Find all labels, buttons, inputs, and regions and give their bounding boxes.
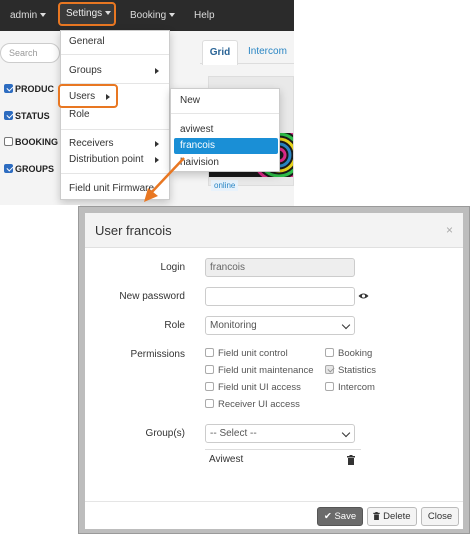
annotation-arrow-icon bbox=[144, 157, 185, 202]
close-button[interactable]: Close bbox=[421, 507, 459, 526]
group-name: Aviwest bbox=[209, 454, 244, 465]
checkbox-icon[interactable] bbox=[4, 111, 13, 120]
menu-item-general[interactable]: General bbox=[69, 36, 105, 47]
checkbox-icon[interactable] bbox=[4, 137, 13, 146]
filter-label: PRODUC bbox=[15, 84, 55, 94]
trash-icon bbox=[373, 512, 381, 520]
chevron-right-icon bbox=[106, 94, 110, 100]
group-row: Aviwest bbox=[205, 449, 361, 469]
groups-select-value: -- Select -- bbox=[210, 428, 257, 439]
save-button-label: Save bbox=[334, 511, 357, 522]
role-select-value: Monitoring bbox=[210, 320, 257, 331]
checkbox-icon[interactable] bbox=[205, 382, 214, 391]
perm-field-unit-maintenance[interactable]: Field unit maintenance bbox=[205, 365, 314, 376]
menu-divider bbox=[171, 113, 279, 114]
chevron-right-icon bbox=[155, 68, 159, 74]
status-badge: online bbox=[211, 180, 239, 191]
tab-grid[interactable]: Grid bbox=[202, 40, 238, 65]
dialog-header: User francois × bbox=[85, 213, 463, 248]
role-select[interactable]: Monitoring bbox=[205, 316, 355, 335]
trash-icon[interactable] bbox=[347, 455, 355, 465]
filter-groups[interactable]: GROUPS bbox=[4, 161, 64, 177]
top-navbar: admin Settings Booking Help bbox=[0, 0, 294, 31]
help-menu-label: Help bbox=[194, 10, 215, 21]
filter-status[interactable]: STATUS bbox=[4, 108, 64, 124]
tab-intercom[interactable]: Intercom bbox=[248, 40, 287, 64]
menu-item-receivers[interactable]: Receivers bbox=[69, 138, 113, 149]
submenu-item-new[interactable]: New bbox=[180, 95, 200, 106]
role-label: Role bbox=[164, 320, 185, 331]
filter-label: BOOKING bbox=[15, 137, 59, 147]
password-field[interactable] bbox=[205, 287, 355, 306]
checkbox-icon[interactable] bbox=[205, 365, 214, 374]
booking-menu[interactable]: Booking bbox=[130, 0, 176, 31]
submenu-user-aviwest[interactable]: aviwest bbox=[180, 124, 213, 135]
login-field: francois bbox=[205, 258, 355, 277]
menu-divider bbox=[61, 129, 169, 130]
checkbox-icon[interactable] bbox=[4, 84, 13, 93]
menu-divider bbox=[61, 54, 169, 55]
perm-label: Field unit control bbox=[218, 348, 288, 359]
checkbox-icon[interactable] bbox=[205, 399, 214, 408]
menu-item-distribution-point[interactable]: Distribution point bbox=[69, 154, 143, 165]
dialog-footer: ✔ Save Delete Close bbox=[85, 501, 463, 529]
search-placeholder: Search bbox=[9, 48, 38, 58]
perm-receiver-ui-access[interactable]: Receiver UI access bbox=[205, 399, 300, 410]
perm-label: Receiver UI access bbox=[218, 399, 300, 410]
caret-down-icon bbox=[105, 11, 112, 16]
perm-label: Booking bbox=[338, 348, 373, 359]
menu-item-users-label: Users bbox=[69, 91, 96, 102]
perm-field-unit-ui-access[interactable]: Field unit UI access bbox=[205, 382, 301, 393]
permissions-label: Permissions bbox=[130, 349, 185, 360]
checkbox-icon[interactable] bbox=[325, 348, 334, 357]
groups-label: Group(s) bbox=[145, 428, 185, 439]
screenshot-stage: admin Settings Booking Help Search PRODU… bbox=[0, 0, 474, 537]
check-icon: ✔ bbox=[323, 511, 332, 522]
user-dialog-frame: User francois × Login francois New passw… bbox=[78, 206, 470, 534]
perm-label: Field unit UI access bbox=[218, 382, 301, 393]
chevron-right-icon bbox=[155, 141, 159, 147]
chevron-down-icon bbox=[341, 320, 351, 330]
background-area bbox=[0, 205, 80, 537]
delete-button[interactable]: Delete bbox=[367, 507, 417, 526]
dialog-title: User francois bbox=[95, 223, 172, 238]
admin-menu-label: admin bbox=[10, 10, 38, 21]
filter-product[interactable]: PRODUC bbox=[4, 81, 64, 97]
checkbox-icon[interactable] bbox=[205, 348, 214, 357]
filter-label: GROUPS bbox=[15, 164, 55, 174]
help-menu[interactable]: Help bbox=[194, 0, 215, 31]
groups-select[interactable]: -- Select -- bbox=[205, 424, 355, 443]
menu-item-role[interactable]: Role bbox=[69, 109, 90, 120]
delete-button-label: Delete bbox=[383, 511, 411, 522]
perm-label: Field unit maintenance bbox=[218, 365, 314, 376]
checkbox-icon[interactable] bbox=[325, 365, 334, 374]
menu-item-users[interactable]: Users bbox=[58, 84, 118, 108]
caret-down-icon bbox=[40, 13, 47, 18]
menu-item-groups[interactable]: Groups bbox=[69, 65, 102, 76]
checkbox-icon[interactable] bbox=[325, 382, 334, 391]
checkbox-icon[interactable] bbox=[4, 164, 13, 173]
chevron-down-icon bbox=[341, 428, 351, 438]
eye-icon[interactable] bbox=[358, 292, 369, 300]
settings-menu[interactable]: Settings bbox=[58, 2, 116, 26]
caret-down-icon bbox=[169, 13, 176, 18]
close-icon[interactable]: × bbox=[446, 223, 453, 237]
booking-menu-label: Booking bbox=[130, 10, 167, 21]
search-input[interactable]: Search bbox=[0, 43, 60, 63]
perm-intercom[interactable]: Intercom bbox=[325, 382, 375, 393]
login-label: Login bbox=[160, 262, 185, 273]
filter-label: STATUS bbox=[15, 111, 50, 121]
view-tabs: Grid Intercom bbox=[200, 40, 294, 65]
user-dialog: User francois × Login francois New passw… bbox=[85, 213, 463, 529]
perm-booking[interactable]: Booking bbox=[325, 348, 372, 359]
perm-label: Statistics bbox=[338, 365, 377, 376]
admin-menu[interactable]: admin bbox=[10, 0, 47, 31]
perm-label: Intercom bbox=[338, 382, 375, 393]
perm-statistics[interactable]: Statistics bbox=[325, 365, 376, 376]
perm-field-unit-control[interactable]: Field unit control bbox=[205, 348, 288, 359]
filter-booking[interactable]: BOOKING bbox=[4, 134, 64, 150]
password-label: New password bbox=[119, 291, 185, 302]
settings-menu-label: Settings bbox=[66, 8, 103, 19]
save-button[interactable]: ✔ Save bbox=[317, 507, 363, 526]
